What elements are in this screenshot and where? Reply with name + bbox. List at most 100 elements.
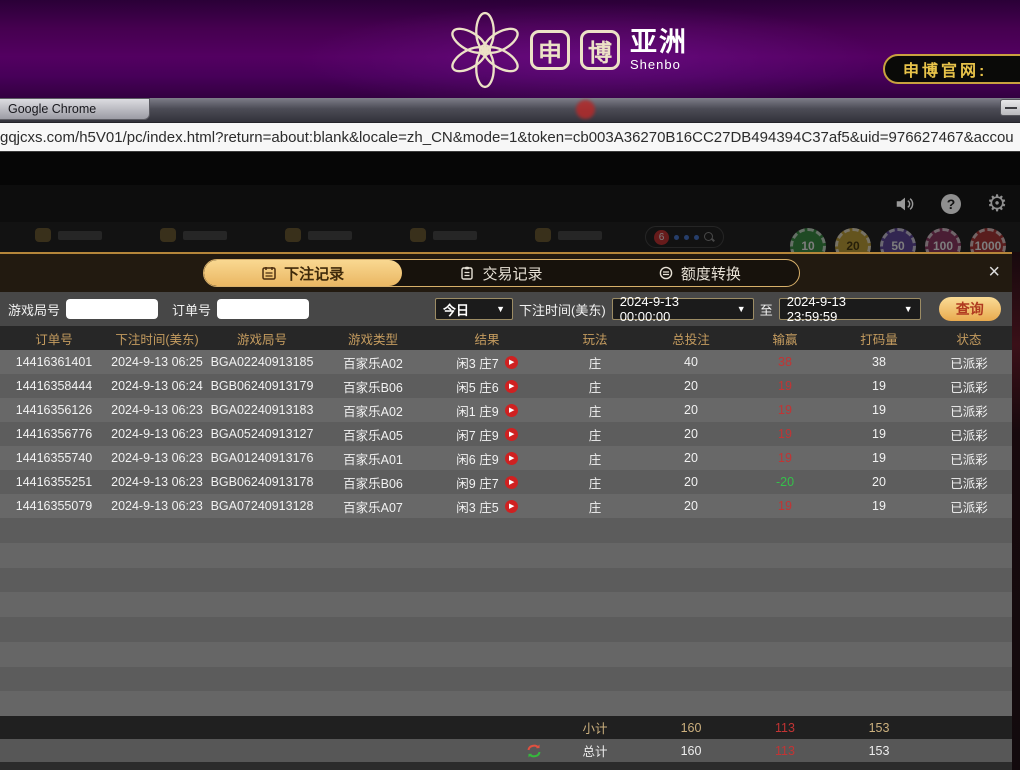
- replay-icon[interactable]: ▶: [505, 356, 518, 369]
- game-category-icon: [35, 228, 51, 242]
- subtotal-label: 小计: [546, 718, 644, 737]
- dimmed-nav-item[interactable]: [35, 228, 102, 242]
- replay-icon[interactable]: ▶: [505, 476, 518, 489]
- notice-count-badge: 6: [654, 230, 669, 245]
- table-header-row: 订单号 下注时间(美东) 游戏局号 游戏类型 结果 玩法 总投注 输赢 打码量 …: [0, 326, 1012, 350]
- cell-result: 闲9 庄7▶: [428, 473, 546, 492]
- time-to-select[interactable]: 2024-9-13 23:59:59▼: [779, 298, 921, 320]
- table-row: 144163550792024-9-13 06:23BGA07240913128…: [0, 494, 1012, 518]
- empty-stripe: [0, 642, 1012, 667]
- table-row: 144163584442024-9-13 06:24BGB06240913179…: [0, 374, 1012, 398]
- dimmed-nav-item[interactable]: [160, 228, 227, 242]
- lobby-gap: [0, 152, 1020, 185]
- cell-bet-time: 2024-9-13 06:23: [108, 499, 206, 513]
- tab-bet-records[interactable]: 下注记录: [204, 260, 402, 286]
- empty-stripe: [0, 543, 1012, 568]
- time-from-select[interactable]: 2024-9-13 00:00:00▼: [612, 298, 754, 320]
- sound-icon[interactable]: [894, 193, 916, 215]
- col-header: 订单号: [0, 329, 108, 348]
- flower-logo-icon: [450, 8, 520, 92]
- bet-time-label: 下注时间(美东): [519, 300, 606, 319]
- replay-icon[interactable]: ▶: [505, 380, 518, 393]
- cell-status: 已派彩: [926, 353, 1012, 372]
- cell-order-id: 14416355251: [0, 475, 108, 489]
- subtotal-rolling: 153: [832, 721, 926, 735]
- filter-band: 游戏局号 订单号 今日▼ 下注时间(美东) 2024-9-13 00:00:00…: [0, 292, 1012, 326]
- tab-quota-transfer[interactable]: 额度转换: [601, 260, 799, 286]
- replay-icon[interactable]: ▶: [505, 452, 518, 465]
- refresh-icon[interactable]: [526, 743, 542, 759]
- cell-total-bet: 20: [644, 403, 738, 417]
- chip-1000[interactable]: 1000: [970, 228, 1006, 252]
- cell-rolling: 19: [832, 499, 926, 513]
- bet-records-icon: [262, 266, 276, 280]
- col-header: 输赢: [738, 329, 832, 348]
- chip-50[interactable]: 50: [880, 228, 916, 252]
- help-icon[interactable]: ?: [940, 193, 962, 215]
- col-header: 游戏类型: [318, 329, 428, 348]
- chip-20[interactable]: 20: [835, 228, 871, 252]
- game-category-icon: [410, 228, 426, 242]
- empty-stripe: [0, 518, 1012, 543]
- total-rolling: 153: [832, 744, 926, 758]
- total-total-bet: 160: [644, 744, 738, 758]
- search-icon[interactable]: [704, 232, 715, 243]
- url-text: gqjcxs.com/h5V01/pc/index.html?return=ab…: [0, 129, 1014, 146]
- chip-100[interactable]: 100: [925, 228, 961, 252]
- empty-stripe: [0, 617, 1012, 642]
- url-bar[interactable]: gqjcxs.com/h5V01/pc/index.html?return=ab…: [0, 122, 1020, 152]
- subtotal-win: 113: [738, 721, 832, 735]
- empty-rows-area: [0, 518, 1012, 716]
- game-round-input[interactable]: [66, 299, 158, 319]
- col-header: 游戏局号: [206, 329, 318, 348]
- replay-icon[interactable]: ▶: [505, 404, 518, 417]
- settings-gear-icon[interactable]: ⚙: [986, 193, 1008, 215]
- cell-total-bet: 20: [644, 427, 738, 441]
- dimmed-nav-item[interactable]: [410, 228, 477, 242]
- chips-row: 10 20 50 100 1000: [790, 228, 1006, 252]
- dimmed-nav-item[interactable]: [285, 228, 352, 242]
- cell-bet-time: 2024-9-13 06:25: [108, 355, 206, 369]
- cell-win: 19: [738, 403, 832, 417]
- replay-icon[interactable]: ▶: [505, 428, 518, 441]
- close-icon[interactable]: ×: [988, 262, 1000, 282]
- cell-total-bet: 20: [644, 451, 738, 465]
- cell-total-bet: 20: [644, 499, 738, 513]
- cell-order-id: 14416356126: [0, 403, 108, 417]
- replay-icon[interactable]: ▶: [505, 500, 518, 513]
- cell-win: 38: [738, 355, 832, 369]
- total-win: 113: [738, 744, 832, 758]
- cell-round-id: BGA07240913128: [206, 499, 318, 513]
- empty-stripe: [0, 667, 1012, 692]
- search-button[interactable]: 查询: [939, 297, 1001, 321]
- chip-10[interactable]: 10: [790, 228, 826, 252]
- dot-icon: [674, 235, 679, 240]
- dimmed-nav-item[interactable]: [535, 228, 602, 242]
- col-header: 下注时间(美东): [108, 329, 206, 348]
- tab-transaction-records[interactable]: 交易记录: [402, 260, 600, 286]
- dot-icon: [684, 235, 689, 240]
- cell-round-id: BGA01240913176: [206, 451, 318, 465]
- cell-order-id: 14416356776: [0, 427, 108, 441]
- cell-rolling: 19: [832, 451, 926, 465]
- official-site-pill[interactable]: 申博官网:: [883, 54, 1020, 84]
- cell-win: -20: [738, 475, 832, 489]
- cell-status: 已派彩: [926, 425, 1012, 444]
- notice-widget[interactable]: 6: [645, 226, 724, 248]
- minimize-button[interactable]: [1000, 99, 1020, 116]
- game-category-icon: [285, 228, 301, 242]
- cell-status: 已派彩: [926, 401, 1012, 420]
- game-round-label: 游戏局号: [8, 300, 60, 319]
- chevron-down-icon: ▼: [496, 304, 505, 314]
- date-range-select[interactable]: 今日▼: [435, 298, 513, 320]
- cell-total-bet: 20: [644, 475, 738, 489]
- table-row: 144163567762024-9-13 06:23BGA05240913127…: [0, 422, 1012, 446]
- table-row: 144163561262024-9-13 06:23BGA02240913183…: [0, 398, 1012, 422]
- cell-play-type: 庄: [546, 473, 644, 492]
- order-id-input[interactable]: [217, 299, 309, 319]
- cell-order-id: 14416355079: [0, 499, 108, 513]
- blocked-indicator-icon: [576, 100, 595, 119]
- table-row: 144163557402024-9-13 06:23BGA01240913176…: [0, 446, 1012, 470]
- cell-bet-time: 2024-9-13 06:24: [108, 379, 206, 393]
- cell-round-id: BGB06240913178: [206, 475, 318, 489]
